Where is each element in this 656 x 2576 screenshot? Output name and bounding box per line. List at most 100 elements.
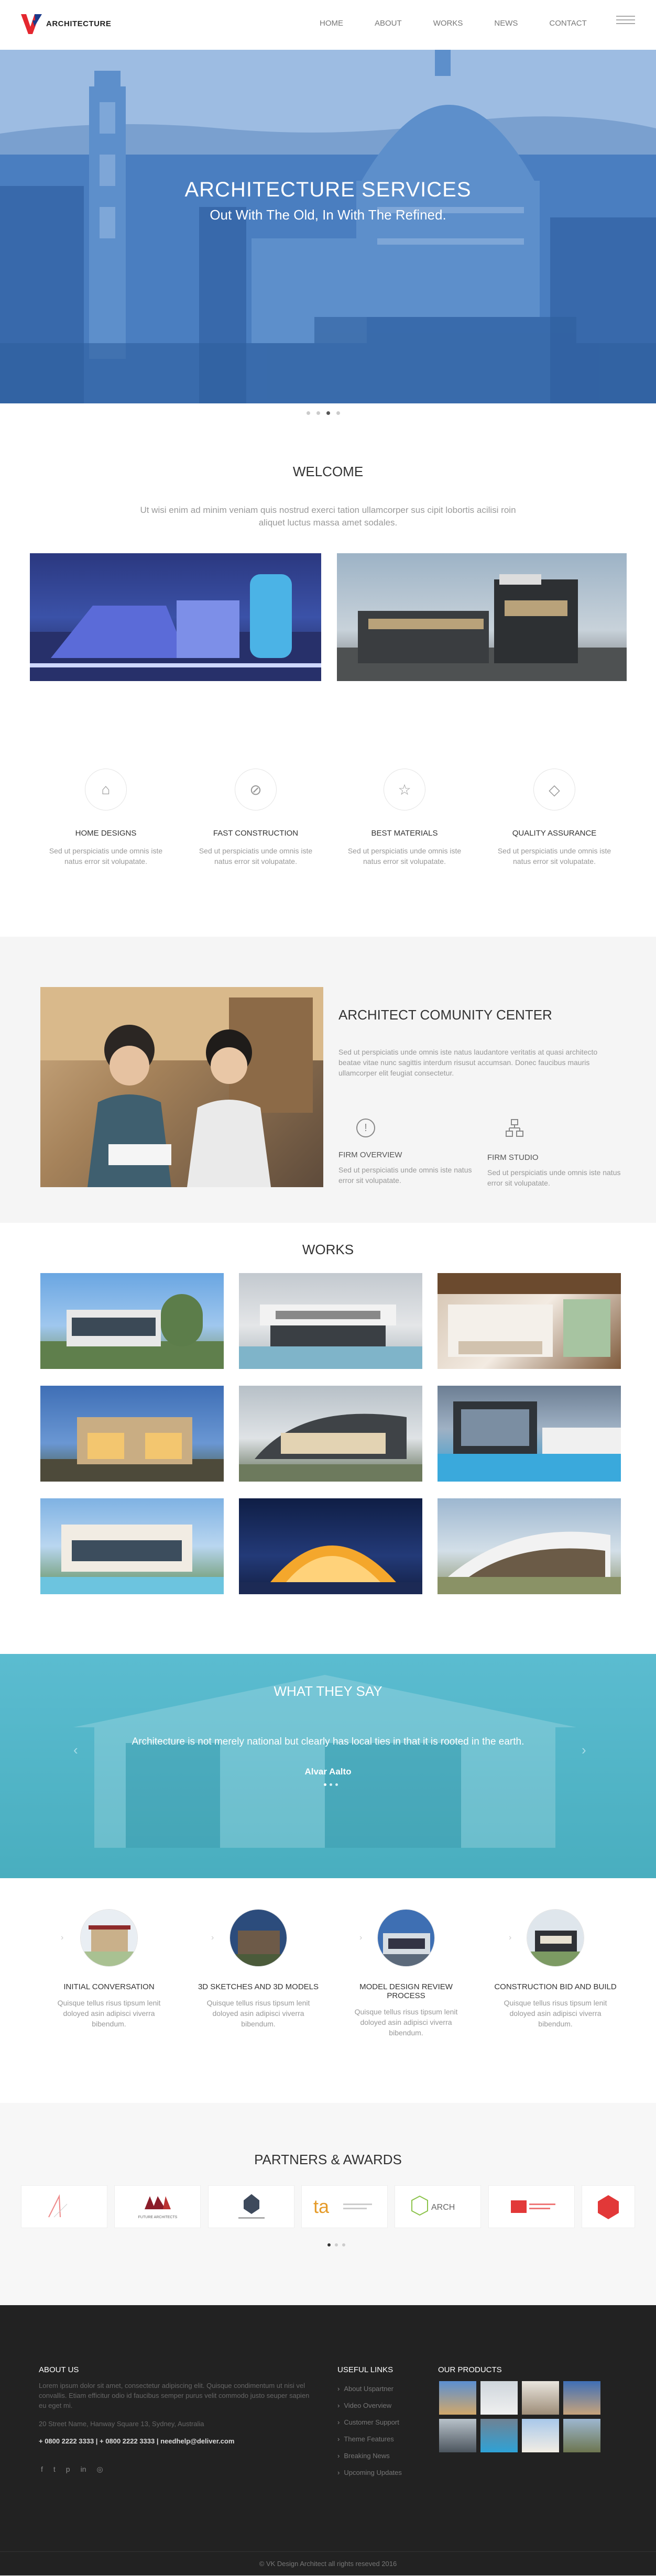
slide-dot[interactable]	[335, 1783, 338, 1786]
nav-home[interactable]: HOME	[320, 19, 343, 28]
product-thumb[interactable]	[522, 2381, 559, 2415]
nav-works[interactable]: WORKS	[433, 19, 463, 28]
service-text: Sed ut perspiciatis unde omnis iste natu…	[49, 847, 163, 865]
work-item[interactable]	[239, 1273, 422, 1369]
step-text: Quisque tellus risus tipsum lenit doloye…	[354, 2008, 458, 2037]
footer-link[interactable]: Video Overview	[337, 2402, 402, 2409]
service-title: BEST MATERIALS	[371, 829, 438, 838]
slide-dot[interactable]	[336, 411, 340, 415]
process-step-1: INITIAL CONVERSATION Quisque tellus risu…	[46, 1909, 172, 2029]
testimonial-title: WHAT THEY SAY	[274, 1683, 382, 1699]
menu-icon[interactable]	[616, 16, 635, 28]
work-item[interactable]	[40, 1273, 224, 1369]
partner-logo-text: FUTURE ARCHITECTS	[138, 2216, 177, 2219]
feature-title: FIRM STUDIO	[487, 1153, 539, 1162]
sitemap-icon	[506, 1119, 523, 1137]
site-footer: ABOUT US Lorem ipsum dolor sit amet, con…	[0, 2305, 656, 2575]
slide-dot-active[interactable]	[324, 1783, 326, 1786]
footer-contact: + 0800 2222 3333 | + 0800 2222 3333 | ne…	[39, 2437, 235, 2445]
process-step-4: CONSTRUCTION BID AND BUILD Quisque tellu…	[493, 1909, 618, 2029]
chevron-left-icon[interactable]: ‹	[73, 1742, 78, 1758]
cathedral-cityscape-image	[0, 50, 656, 403]
site-header: ARCHITECTURE HOME ABOUT WORKS NEWS CONTA…	[0, 0, 656, 50]
product-thumb[interactable]	[522, 2419, 559, 2452]
vk-logo-mark	[21, 14, 42, 34]
social-links: f t p in ◎	[41, 2465, 103, 2474]
community-photo	[40, 987, 323, 1187]
slide-dot[interactable]	[307, 411, 310, 415]
partner-logo-5[interactable]: ARCH	[395, 2185, 481, 2228]
step-title: INITIAL CONVERSATION	[63, 1982, 155, 1991]
partner-logo-4[interactable]: ta	[301, 2185, 388, 2228]
feature-firm-overview: ! FIRM OVERVIEW Sed ut perspiciatis unde…	[338, 1119, 475, 1186]
step-image	[377, 1909, 435, 1967]
work-item[interactable]	[239, 1386, 422, 1482]
product-thumb[interactable]	[563, 2381, 600, 2415]
work-item[interactable]	[438, 1386, 621, 1482]
step-image	[229, 1909, 287, 1967]
step-arrow-icon: ›	[359, 1933, 363, 1942]
step-arrow-icon: ›	[211, 1933, 214, 1942]
feature-text: Sed ut perspiciatis unde omnis iste natu…	[487, 1168, 621, 1187]
slide-dot[interactable]	[330, 1783, 332, 1786]
step-text: Quisque tellus risus tipsum lenit doloye…	[206, 1999, 310, 2028]
partner-logo-7[interactable]	[582, 2185, 635, 2228]
partners-pagination	[327, 2243, 345, 2246]
step-image	[80, 1909, 138, 1967]
footer-link[interactable]: Breaking News	[337, 2452, 402, 2460]
facebook-icon[interactable]: f	[41, 2465, 43, 2474]
slide-dot[interactable]	[316, 411, 320, 415]
slide-dot-active[interactable]	[326, 411, 330, 415]
partner-logo-6[interactable]	[488, 2185, 575, 2228]
community-text: Sed ut perspiciatis unde omnis iste natu…	[338, 1048, 598, 1077]
service-home-designs: ⌂ HOME DESIGNS Sed ut perspiciatis unde …	[48, 769, 163, 867]
product-thumb[interactable]	[480, 2419, 518, 2452]
product-thumb[interactable]	[480, 2381, 518, 2415]
slide-dot[interactable]	[335, 2243, 338, 2246]
welcome-text: Ut wisi enim ad minim veniam quis nostru…	[140, 505, 516, 528]
footer-link[interactable]: Upcoming Updates	[337, 2469, 402, 2476]
work-item[interactable]	[239, 1498, 422, 1594]
work-item[interactable]	[438, 1498, 621, 1594]
slide-dot[interactable]	[342, 2243, 345, 2246]
work-item[interactable]	[40, 1386, 224, 1482]
product-thumb[interactable]	[439, 2419, 476, 2452]
product-thumb[interactable]	[563, 2419, 600, 2452]
hero-title: ARCHITECTURE SERVICES	[184, 178, 472, 201]
footer-address: 20 Street Name, Hanway Square 13, Sydney…	[39, 2420, 204, 2428]
partner-logo-2[interactable]: FUTURE ARCHITECTS	[114, 2185, 201, 2228]
product-grid	[439, 2381, 600, 2452]
service-quality-assurance: ◇ QUALITY ASSURANCE Sed ut perspiciatis …	[497, 769, 612, 867]
footer-link[interactable]: Theme Features	[337, 2435, 402, 2443]
footer-links: About Uspartner Video Overview Customer …	[337, 2385, 402, 2485]
hero-subtitle: Out With The Old, In With The Refined.	[210, 207, 446, 223]
works-title: WORKS	[302, 1242, 354, 1257]
footer-link[interactable]: About Uspartner	[337, 2385, 402, 2393]
footer-link[interactable]: Customer Support	[337, 2418, 402, 2426]
pinterest-icon[interactable]: p	[66, 2465, 70, 2474]
linkedin-icon[interactable]: in	[81, 2465, 86, 2474]
nav-contact[interactable]: CONTACT	[549, 19, 586, 28]
work-item[interactable]	[40, 1498, 224, 1594]
service-best-materials: ☆ BEST MATERIALS Sed ut perspiciatis und…	[347, 769, 462, 867]
twitter-icon[interactable]: t	[53, 2465, 56, 2474]
instagram-icon[interactable]: ◎	[96, 2465, 103, 2474]
site-logo[interactable]: ARCHITECTURE	[19, 10, 111, 37]
step-arrow-icon: ›	[61, 1933, 64, 1942]
partners-title: PARTNERS & AWARDS	[254, 2152, 402, 2167]
service-text: Sed ut perspiciatis unde omnis iste natu…	[199, 847, 313, 865]
chevron-right-icon[interactable]: ›	[582, 1742, 586, 1758]
partner-logo-1[interactable]	[21, 2185, 107, 2228]
community-title: ARCHITECT COMUNITY CENTER	[338, 1007, 552, 1023]
nav-about[interactable]: ABOUT	[375, 19, 402, 28]
nav-news[interactable]: NEWS	[494, 19, 518, 28]
slide-dot-active[interactable]	[327, 2243, 331, 2246]
process-step-3: MODEL DESIGN REVIEW PROCESS Quisque tell…	[343, 1909, 469, 2038]
work-item[interactable]	[438, 1273, 621, 1369]
service-title: FAST CONSTRUCTION	[213, 829, 299, 838]
product-thumb[interactable]	[439, 2381, 476, 2415]
feature-firm-studio: FIRM STUDIO Sed ut perspiciatis unde omn…	[487, 1119, 624, 1188]
welcome-photo-1	[30, 553, 321, 681]
partner-logo-3[interactable]	[208, 2185, 294, 2228]
step-title: 3D SKETCHES AND 3D MODELS	[198, 1982, 319, 1991]
